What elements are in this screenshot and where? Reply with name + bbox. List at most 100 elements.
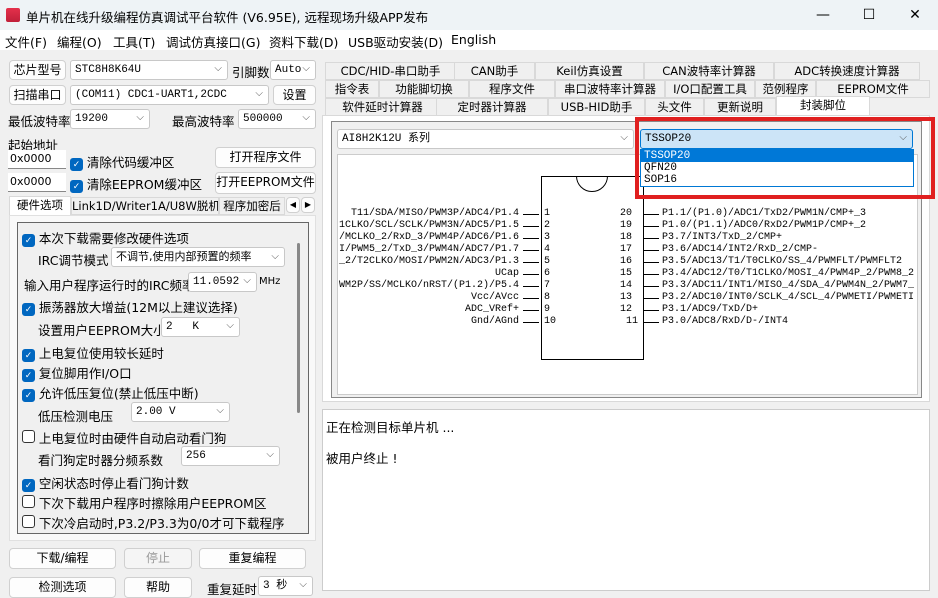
log-line: 被用户终止 ! (326, 451, 398, 466)
tab-encryption[interactable]: 程序加密后 (219, 197, 285, 215)
min-baud-value: 19200 (75, 113, 109, 125)
open-eeprom-file-button[interactable]: 打开EEPROM文件 (215, 172, 316, 194)
stop-button[interactable]: 停止 (124, 548, 192, 569)
help-button[interactable]: 帮助 (124, 577, 192, 598)
pin-label-left: Vcc/AVcc (470, 292, 519, 303)
tab-row3-4[interactable]: 更新说明 (704, 98, 776, 116)
pin-label-left: UCap (494, 268, 519, 279)
eeprom-size-value: 2 K (166, 321, 200, 333)
long-delay-checkbox[interactable]: ✓ 上电复位使用较长延时 (22, 343, 164, 362)
menu-file[interactable]: 文件(F) (5, 32, 47, 51)
pin-number-right: 14 (620, 280, 633, 291)
menu-debug[interactable]: 调试仿真接口(G) (166, 32, 260, 51)
cold-boot-checkbox[interactable]: 下次冷启动时,P3.2/P3.3为0/0才可下载程序 (22, 513, 284, 532)
tab-row2-2[interactable]: 程序文件 (469, 80, 555, 98)
series-value: AI8H2K12U 系列 (342, 133, 431, 145)
lvd-select[interactable]: 2.00 V ⌵ (131, 402, 230, 422)
pin-line (523, 286, 539, 287)
settings-button[interactable]: 设置 (273, 85, 316, 105)
port-select[interactable]: (COM11) CDC1-UART1,2CDC ⌵ (70, 85, 269, 105)
max-baud-label: 最高波特率 (172, 114, 235, 129)
pin-label-left: T11/SDA/MISO/PWM3P/ADC4/P1.4 (350, 208, 519, 219)
max-baud-select[interactable]: 500000 ⌵ (238, 109, 316, 129)
pin-line (523, 238, 539, 239)
checkbox-checked-icon: ✓ (22, 234, 35, 247)
pin-line (523, 298, 539, 299)
pin-number-right: 18 (620, 232, 633, 243)
wdt-idle-checkbox[interactable]: ✓ 空闲状态时停止看门狗计数 (22, 473, 189, 492)
menu-program[interactable]: 编程(O) (57, 32, 102, 51)
scrollbar-thumb[interactable] (297, 243, 300, 413)
wdt-auto-checkbox[interactable]: 上电复位时由硬件自动启动看门狗 (22, 428, 226, 447)
scan-port-button[interactable]: 扫描串口 (9, 85, 66, 105)
erase-eeprom-checkbox[interactable]: 下次下载用户程序时擦除用户EEPROM区 (22, 493, 266, 512)
osc-gain-checkbox[interactable]: ✓ 振荡器放大增益(12M以上建议选择) (22, 297, 238, 316)
min-baud-select[interactable]: 19200 ⌵ (70, 109, 150, 129)
tab-scroll-right-icon[interactable]: ▶ (301, 197, 315, 213)
repeat-delay-label: 重复延时 (207, 582, 258, 597)
reset-io-label: 复位脚用作I/O口 (38, 366, 132, 381)
chip-model-button[interactable]: 芯片型号 (9, 60, 66, 80)
tab-row3-5[interactable]: 封装脚位 (776, 96, 870, 116)
checkbox-unchecked-icon (22, 430, 35, 443)
reset-io-checkbox[interactable]: ✓ 复位脚用作I/O口 (22, 363, 132, 382)
tab-row2-3[interactable]: 串口波特率计算器 (555, 80, 665, 98)
tab-row2-1[interactable]: 功能脚切换 (379, 80, 469, 98)
tab-row1-0[interactable]: CDC/HID-串口助手 (325, 62, 456, 80)
tab-row1-2[interactable]: Keil仿真设置 (535, 62, 644, 80)
tab-hardware-options[interactable]: 硬件选项 (9, 196, 71, 216)
chip-model-value: STC8H8K64U (75, 64, 142, 76)
eeprom-size-select[interactable]: 2 K ⌵ (161, 317, 240, 337)
repeat-program-button[interactable]: 重复编程 (199, 548, 306, 569)
download-program-button[interactable]: 下载/编程 (9, 548, 116, 569)
tab-row3-2[interactable]: USB-HID助手 (548, 98, 645, 116)
pin-line (644, 274, 659, 275)
repeat-delay-select[interactable]: 3 秒 ⌵ (258, 576, 313, 596)
long-delay-label: 上电复位使用较长延时 (38, 346, 164, 361)
tab-row2-4[interactable]: I/O口配置工具 (665, 80, 755, 98)
maximize-button[interactable]: ☐ (846, 0, 892, 30)
tab-offline-programmer[interactable]: Link1D/Writer1A/U8W脱机 (71, 197, 219, 215)
detect-options-button[interactable]: 检测选项 (9, 577, 116, 598)
pin-label-left: 1CLKO/SCL/SCLK/PWM3N/ADC5/P1.5 (338, 220, 519, 231)
modify-hw-checkbox[interactable]: ✓ 本次下载需要修改硬件选项 (22, 228, 189, 247)
close-button[interactable]: ✕ (892, 0, 938, 30)
pins-select[interactable]: Auto ⌵ (270, 60, 316, 80)
pin-number-right: 19 (620, 220, 633, 231)
clear-code-checkbox[interactable]: ✓ 清除代码缓冲区 (70, 152, 174, 171)
eeprom-address-input[interactable]: 0x0000 (8, 173, 66, 192)
lvd-label: 低压检测电压 (38, 409, 114, 424)
pin-number-left: 10 (544, 316, 557, 327)
series-select[interactable]: AI8H2K12U 系列 ⌵ (337, 129, 634, 149)
tab-row3-1[interactable]: 定时器计算器 (436, 98, 548, 116)
pin-label-right: P1.1/(P1.0)/ADC1/TxD2/PWM1N/CMP+_3 (662, 208, 867, 219)
pin-number-left: 7 (544, 280, 551, 291)
tab-row1-1[interactable]: CAN助手 (454, 62, 535, 80)
open-program-file-button[interactable]: 打开程序文件 (215, 147, 316, 168)
irc-freq-value: 11.0592 (193, 276, 240, 288)
tab-row3-3[interactable]: 头文件 (645, 98, 704, 116)
minimize-button[interactable]: — (800, 0, 846, 30)
pin-number-right: 13 (620, 292, 633, 303)
menu-english[interactable]: English (451, 32, 496, 47)
tab-scroll-left-icon[interactable]: ◀ (286, 197, 300, 213)
irc-mode-select[interactable]: 不调节,使用内部预置的频率 ⌵ (111, 247, 285, 267)
menu-download[interactable]: 资料下载(D) (269, 32, 338, 51)
title-bar: 单片机在线升级编程仿真调试平台软件 (V6.95E), 远程现场升级APP发布 … (0, 0, 938, 30)
tab-row3-0[interactable]: 软件延时计算器 (325, 98, 440, 116)
tab-row1-3[interactable]: CAN波特率计算器 (644, 62, 774, 80)
lvr-checkbox[interactable]: ✓ 允许低压复位(禁止低压中断) (22, 383, 199, 402)
menu-tools[interactable]: 工具(T) (113, 32, 155, 51)
tab-row2-0[interactable]: 指令表 (325, 80, 379, 98)
checkbox-checked-icon: ✓ (22, 303, 35, 316)
pin-line (523, 226, 539, 227)
start-address-input[interactable]: 0x0000 (8, 150, 66, 169)
tab-row1-4[interactable]: ADC转换速度计算器 (774, 62, 920, 80)
menu-usb-driver[interactable]: USB驱动安装(D) (348, 32, 443, 51)
checkbox-checked-icon: ✓ (22, 369, 35, 382)
chip-model-select[interactable]: STC8H8K64U ⌵ (70, 60, 228, 80)
clear-eeprom-checkbox[interactable]: ✓ 清除EEPROM缓冲区 (70, 174, 202, 193)
pin-line (523, 262, 539, 263)
wdt-div-select[interactable]: 256 ⌵ (181, 446, 280, 466)
irc-freq-select[interactable]: 11.0592 ⌵ (188, 272, 257, 292)
